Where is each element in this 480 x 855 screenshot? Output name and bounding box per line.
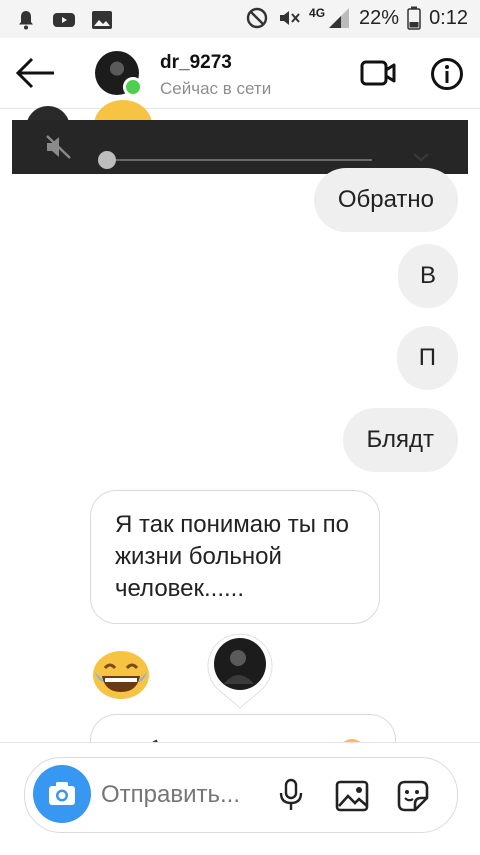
youtube-icon: [53, 13, 75, 27]
volume-slider-thumb[interactable]: [98, 151, 116, 169]
info-icon[interactable]: [430, 57, 464, 91]
composer-bar: [0, 742, 480, 855]
message-sent[interactable]: Блядт: [342, 408, 458, 472]
message-sent[interactable]: В: [397, 244, 458, 308]
contact-avatar[interactable]: [95, 51, 143, 97]
camera-button[interactable]: [33, 765, 91, 823]
online-status: Сейчас в сети: [160, 79, 272, 98]
message-sent[interactable]: П: [396, 326, 458, 390]
signal-icon: [329, 8, 350, 28]
chat-header: dr_9273 Сейчас в сети: [0, 38, 480, 109]
sticker-icon[interactable]: [395, 778, 431, 814]
mute-icon: [280, 11, 300, 25]
battery-percent: 22%: [359, 6, 400, 29]
online-indicator: [123, 77, 143, 97]
volume-muted-icon[interactable]: [44, 134, 74, 160]
message-sent[interactable]: Обратно: [313, 168, 458, 232]
microphone-icon[interactable]: [277, 778, 305, 812]
gallery-icon: [92, 11, 112, 29]
chevron-down-icon[interactable]: [412, 152, 430, 162]
laughing-emoji-icon[interactable]: [92, 650, 150, 700]
contact-username[interactable]: dr_9273: [160, 52, 232, 74]
seen-avatar-pin: [206, 632, 274, 710]
do-not-disturb-icon: [246, 7, 268, 29]
message-input[interactable]: [99, 774, 273, 816]
clock: 0:12: [429, 6, 468, 29]
status-bar: 4G 22% 0:12: [0, 0, 480, 38]
partial-emoji: [94, 100, 152, 122]
composer-input-wrap: [24, 757, 458, 833]
network-type: 4G: [309, 6, 326, 20]
camera-icon: [49, 782, 75, 805]
battery-icon: [407, 6, 421, 30]
gallery-icon[interactable]: [335, 780, 369, 812]
volume-overlay: [12, 120, 468, 174]
message-received[interactable]: Я так понимаю ты по жизни больной челове…: [90, 490, 380, 624]
back-arrow-icon[interactable]: [14, 56, 58, 90]
video-call-icon[interactable]: [360, 58, 396, 88]
volume-slider-track[interactable]: [112, 159, 372, 161]
notification-bell-icon: [19, 11, 33, 30]
